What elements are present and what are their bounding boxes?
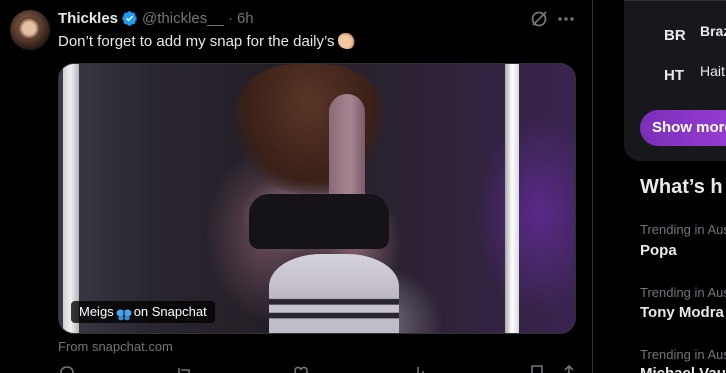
bookmark-icon[interactable] (528, 364, 546, 373)
tweet-text: Don’t forget to add my snap for the dail… (58, 32, 356, 52)
views-icon[interactable] (409, 364, 427, 373)
tweet-actions (58, 364, 576, 373)
avatar[interactable] (10, 10, 50, 50)
verified-badge-icon[interactable] (121, 10, 138, 27)
section-title: What’s h (640, 176, 723, 198)
repost-icon[interactable] (175, 364, 193, 373)
reply-icon[interactable] (58, 364, 76, 373)
panel-divider (624, 0, 726, 1)
language-code: HT (664, 67, 684, 84)
grok-icon[interactable] (529, 9, 549, 29)
tweet-header: Thickles @thickles__ · 6h (58, 9, 254, 27)
like-icon[interactable] (292, 364, 310, 373)
language-name: Braz (700, 23, 726, 39)
trend-name: Tony Modra (640, 304, 724, 321)
display-name[interactable]: Thickles (58, 10, 118, 27)
trend-context: Trending in Aus (640, 285, 726, 300)
card-label-prefix: Meigs (79, 304, 114, 319)
language-name: Hait (700, 63, 725, 79)
trend-context: Trending in Aus (640, 347, 726, 362)
trend-name: Popa (640, 242, 677, 259)
separator-dot: · (227, 9, 233, 27)
mirror-light-right (505, 64, 519, 333)
photo-top (249, 194, 389, 249)
card-source[interactable]: From snapchat.com (58, 339, 173, 354)
card-overlay-label[interactable]: Meigs on Snapchat (71, 301, 215, 323)
show-more-button[interactable]: Show more (640, 110, 726, 146)
trend-name: Michael Vau (640, 365, 726, 373)
photo-legs (269, 254, 399, 333)
handle[interactable]: @thickles__ (142, 10, 224, 27)
timestamp[interactable]: 6h (237, 10, 254, 27)
share-icon[interactable] (560, 364, 578, 373)
tweet[interactable]: Thickles @thickles__ · 6h Don’t forget t… (0, 0, 593, 373)
link-card[interactable]: Meigs on Snapchat (58, 63, 576, 334)
tweet-text-content: Don’t forget to add my snap for the dail… (58, 33, 335, 50)
card-label-suffix: on Snapchat (133, 304, 207, 319)
clapping-hands-emoji (337, 33, 356, 49)
butterfly-emoji (116, 306, 132, 321)
right-sidebar: BR Braz HT Hait Show more What’s h Trend… (624, 0, 726, 373)
trend-context: Trending in Aus (640, 222, 726, 237)
language-code: BR (664, 27, 686, 44)
mirror-light-left (63, 64, 79, 333)
more-icon[interactable] (556, 9, 576, 29)
